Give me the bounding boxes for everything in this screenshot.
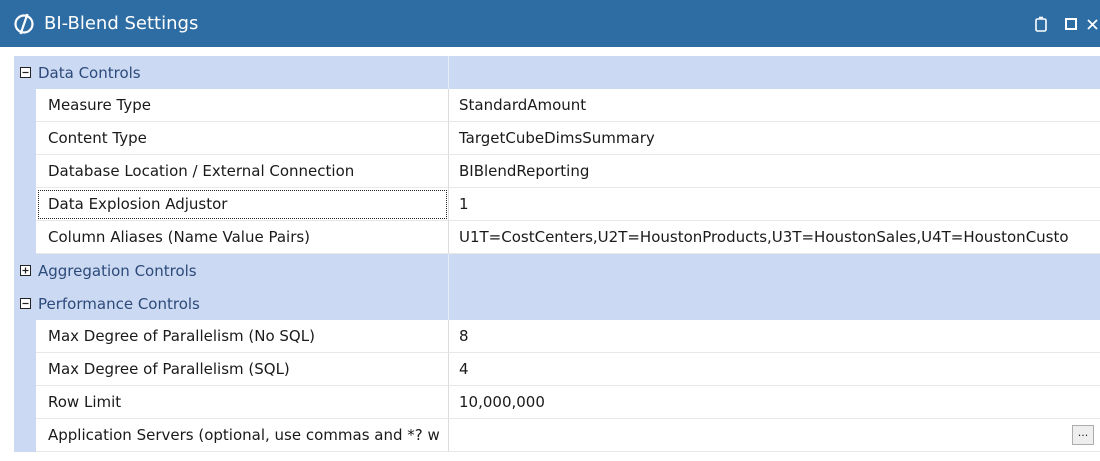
property-grid: Data Controls Measure Type StandardAmoun… bbox=[14, 56, 1100, 452]
property-row-column-aliases[interactable]: Column Aliases (Name Value Pairs) U1T=Co… bbox=[14, 221, 1100, 254]
collapse-icon[interactable] bbox=[14, 56, 36, 89]
property-name[interactable]: Data Explosion Adjustor bbox=[36, 188, 449, 221]
window-controls bbox=[1026, 0, 1100, 47]
close-icon[interactable] bbox=[1086, 0, 1100, 47]
property-name[interactable]: Measure Type bbox=[36, 89, 449, 122]
restore-icon[interactable] bbox=[1026, 0, 1056, 47]
window-title: BI-Blend Settings bbox=[44, 13, 199, 34]
property-value[interactable]: 4 bbox=[449, 353, 1100, 386]
application-servers-input[interactable]: ... bbox=[449, 419, 1100, 452]
property-value[interactable]: BIBlendReporting bbox=[449, 155, 1100, 188]
property-name[interactable]: Column Aliases (Name Value Pairs) bbox=[36, 221, 449, 254]
property-name[interactable]: Row Limit bbox=[36, 386, 449, 419]
property-value[interactable]: StandardAmount bbox=[449, 89, 1100, 122]
property-row-measure-type[interactable]: Measure Type StandardAmount bbox=[14, 89, 1100, 122]
title-bar[interactable]: BI-Blend Settings bbox=[0, 0, 1100, 47]
property-name[interactable]: Database Location / External Connection bbox=[36, 155, 449, 188]
property-name[interactable]: Max Degree of Parallelism (SQL) bbox=[36, 353, 449, 386]
property-value[interactable]: 10,000,000 bbox=[449, 386, 1100, 419]
property-row-application-servers[interactable]: Application Servers (optional, use comma… bbox=[14, 419, 1100, 452]
ellipsis-button[interactable]: ... bbox=[1072, 425, 1094, 445]
property-row-max-dop-sql[interactable]: Max Degree of Parallelism (SQL) 4 bbox=[14, 353, 1100, 386]
property-row-row-limit[interactable]: Row Limit 10,000,000 bbox=[14, 386, 1100, 419]
category-label: Aggregation Controls bbox=[36, 254, 449, 287]
collapse-icon[interactable] bbox=[14, 287, 36, 320]
property-row-data-explosion-adjustor[interactable]: Data Explosion Adjustor 1 bbox=[14, 188, 1100, 221]
property-row-content-type[interactable]: Content Type TargetCubeDimsSummary bbox=[14, 122, 1100, 155]
property-value[interactable]: U1T=CostCenters,U2T=HoustonProducts,U3T=… bbox=[449, 221, 1100, 254]
property-row-max-dop-no-sql[interactable]: Max Degree of Parallelism (No SQL) 8 bbox=[14, 320, 1100, 353]
property-name[interactable]: Max Degree of Parallelism (No SQL) bbox=[36, 320, 449, 353]
onestream-logo-icon bbox=[10, 10, 38, 38]
category-aggregation-controls[interactable]: Aggregation Controls bbox=[14, 254, 1100, 287]
category-data-controls[interactable]: Data Controls bbox=[14, 56, 1100, 89]
settings-window: BI-Blend Settings Data Controls Measure … bbox=[0, 0, 1100, 461]
maximize-icon[interactable] bbox=[1056, 0, 1086, 47]
property-name[interactable]: Application Servers (optional, use comma… bbox=[36, 419, 449, 452]
category-label: Data Controls bbox=[36, 56, 449, 89]
property-value[interactable]: 1 bbox=[449, 188, 1100, 221]
property-name[interactable]: Content Type bbox=[36, 122, 449, 155]
category-performance-controls[interactable]: Performance Controls bbox=[14, 287, 1100, 320]
property-value[interactable]: TargetCubeDimsSummary bbox=[449, 122, 1100, 155]
category-label: Performance Controls bbox=[36, 287, 449, 320]
expand-icon[interactable] bbox=[14, 254, 36, 287]
property-row-database-location[interactable]: Database Location / External Connection … bbox=[14, 155, 1100, 188]
property-value[interactable]: 8 bbox=[449, 320, 1100, 353]
